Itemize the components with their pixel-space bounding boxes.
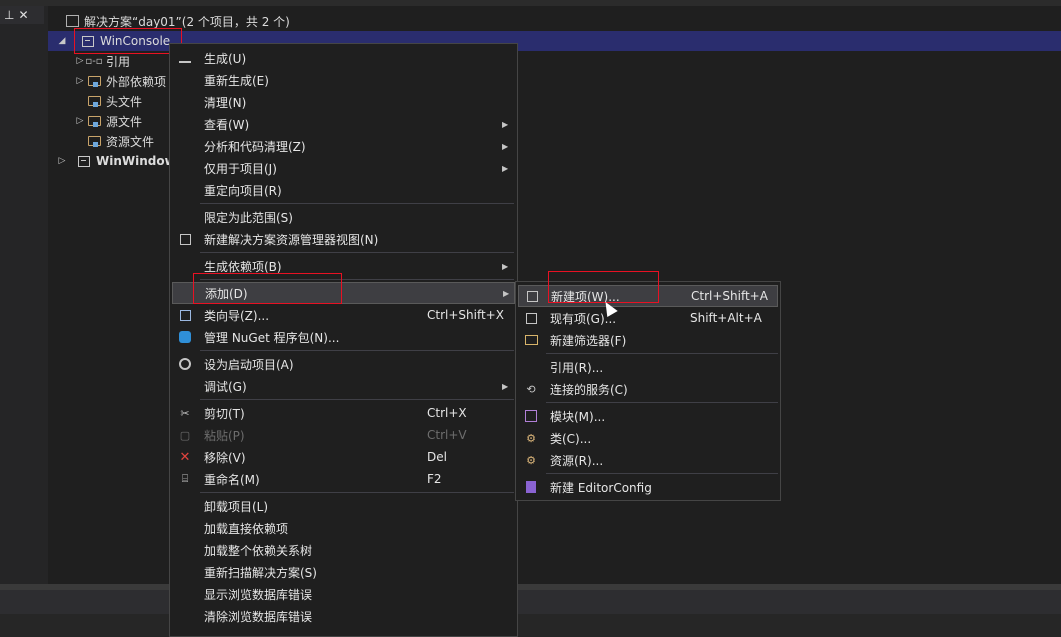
class-wizard-icon	[177, 307, 193, 323]
menu-item-show-db-errors[interactable]: 显示浏览数据库错误	[172, 583, 515, 605]
resource-icon: ⚙	[526, 453, 536, 467]
menu-item-clear-db-errors[interactable]: 清除浏览数据库错误	[172, 605, 515, 627]
menu-item-project-only[interactable]: 仅用于项目(J) ▶	[172, 157, 515, 179]
submenu-arrow-icon: ▶	[502, 261, 509, 271]
menu-separator	[200, 492, 514, 493]
nuget-icon	[177, 329, 193, 345]
folder-icon	[86, 74, 102, 88]
menu-item-rescan[interactable]: 重新扫描解决方案(S)	[172, 561, 515, 583]
remove-x-icon: ✕	[179, 449, 191, 465]
menu-item-retarget[interactable]: 重定向项目(R)	[172, 179, 515, 201]
menu-item-manage-nuget[interactable]: 管理 NuGet 程序包(N)...	[172, 326, 515, 348]
tree-label: 头文件	[106, 94, 143, 109]
menu-item-rename[interactable]: ⌸ 重命名(M) F2	[172, 468, 515, 490]
expand-arrow-icon[interactable]: ▷	[56, 156, 68, 166]
menu-item-analyze[interactable]: 分析和代码清理(Z) ▶	[172, 135, 515, 157]
menu-separator	[200, 350, 514, 351]
menu-item-view[interactable]: 查看(W) ▶	[172, 113, 515, 135]
context-menu: 生成(U) 重新生成(E) 清理(N) 查看(W) ▶ 分析和代码清理(Z) ▶…	[169, 43, 518, 637]
menu-separator	[200, 399, 514, 400]
existing-item-icon	[523, 310, 539, 326]
menu-item-clean[interactable]: 清理(N)	[172, 91, 515, 113]
submenu-item-existing-item[interactable]: 现有项(G)... Shift+Alt+A	[518, 307, 778, 329]
new-filter-icon	[523, 332, 539, 348]
tree-label: 源文件	[106, 114, 143, 129]
submenu-item-reference[interactable]: 引用(R)...	[518, 356, 778, 378]
gear-icon	[177, 356, 193, 372]
close-icon[interactable]: ✕	[18, 7, 28, 23]
module-icon	[523, 408, 539, 424]
pin-icon[interactable]: ⊥	[4, 7, 14, 23]
submenu-arrow-icon: ▶	[503, 288, 510, 298]
bottom-strip	[0, 584, 1061, 637]
menu-item-class-wizard[interactable]: 类向导(Z)... Ctrl+Shift+X	[172, 304, 515, 326]
menu-separator	[546, 402, 778, 403]
filter-folder-icon	[86, 94, 102, 108]
submenu-item-connected-services[interactable]: ⟲ 连接的服务(C)	[518, 378, 778, 400]
menu-item-remove[interactable]: ✕ 移除(V) Del	[172, 446, 515, 468]
filter-folder-icon	[86, 114, 102, 128]
menu-item-set-startup[interactable]: 设为启动项目(A)	[172, 353, 515, 375]
submenu-item-class[interactable]: ⚙ 类(C)...	[518, 427, 778, 449]
new-item-icon	[524, 288, 540, 304]
menu-item-load-dep-tree[interactable]: 加载整个依赖关系树	[172, 539, 515, 561]
submenu-item-resource[interactable]: ⚙ 资源(R)...	[518, 449, 778, 471]
tree-item-references[interactable]: ▷ ▫-▫ 引用	[74, 51, 130, 71]
submenu-arrow-icon: ▶	[502, 381, 509, 391]
add-submenu: 新建项(W)... Ctrl+Shift+A 现有项(G)... Shift+A…	[515, 281, 781, 501]
solution-icon	[64, 14, 80, 28]
left-rail	[0, 6, 48, 590]
tree-item-resource-files[interactable]: 资源文件	[74, 131, 154, 151]
solution-label: 解决方案“day01”(2 个项目，共 2 个)	[84, 14, 290, 29]
menu-item-scope-to-this[interactable]: 限定为此范围(S)	[172, 206, 515, 228]
expand-arrow-icon[interactable]: ▷	[74, 116, 86, 126]
menu-separator	[546, 353, 778, 354]
project-icon	[76, 154, 92, 168]
menu-item-debug[interactable]: 调试(G) ▶	[172, 375, 515, 397]
rename-icon: ⌸	[181, 472, 189, 485]
menu-item-paste[interactable]: ▢ 粘贴(P) Ctrl+V	[172, 424, 515, 446]
menu-separator	[546, 473, 778, 474]
highlight-box-add	[193, 273, 342, 304]
tree-item-winwindow[interactable]: ▷ WinWindow	[56, 151, 176, 171]
submenu-item-new-editorconfig[interactable]: 新建 EditorConfig	[518, 476, 778, 498]
references-icon: ▫-▫	[85, 55, 103, 67]
menu-item-build[interactable]: 生成(U)	[172, 47, 515, 69]
submenu-arrow-icon: ▶	[502, 163, 509, 173]
menu-item-unload[interactable]: 卸载项目(L)	[172, 495, 515, 517]
expand-arrow-icon[interactable]: ▷	[74, 76, 86, 86]
editorconfig-icon	[523, 479, 539, 495]
build-icon	[177, 50, 193, 66]
tree-label: 资源文件	[106, 134, 155, 149]
menu-item-cut[interactable]: ✂ 剪切(T) Ctrl+X	[172, 402, 515, 424]
tree-label: 外部依赖项	[106, 74, 167, 89]
tree-label: 引用	[106, 54, 131, 69]
tree-item-source-files[interactable]: ▷ 源文件	[74, 111, 142, 131]
new-view-icon	[177, 231, 193, 247]
expand-arrow-icon[interactable]: ▷	[74, 56, 86, 66]
filter-folder-icon	[86, 134, 102, 148]
class-icon: ⚙	[526, 431, 536, 445]
menu-separator	[200, 203, 514, 204]
tree-item-external-deps[interactable]: ▷ 外部依赖项	[74, 71, 166, 91]
submenu-arrow-icon: ▶	[502, 119, 509, 129]
highlight-box-project	[74, 28, 182, 54]
tree-item-header-files[interactable]: 头文件	[74, 91, 142, 111]
menu-item-rebuild[interactable]: 重新生成(E)	[172, 69, 515, 91]
submenu-item-module[interactable]: 模块(M)...	[518, 405, 778, 427]
scissors-icon: ✂	[180, 406, 190, 420]
panel-header-controls: ⊥ ✕	[0, 6, 44, 24]
highlight-box-new-item	[548, 271, 659, 303]
menu-item-load-direct-deps[interactable]: 加载直接依赖项	[172, 517, 515, 539]
submenu-item-new-filter[interactable]: 新建筛选器(F)	[518, 329, 778, 351]
submenu-arrow-icon: ▶	[502, 141, 509, 151]
menu-separator	[200, 252, 514, 253]
connected-services-icon: ⟲	[526, 382, 536, 396]
collapse-arrow-icon[interactable]: ◢	[56, 36, 68, 46]
clipboard-icon: ▢	[179, 428, 191, 442]
menu-item-new-view[interactable]: 新建解决方案资源管理器视图(N)	[172, 228, 515, 250]
tree-label: WinWindow	[96, 154, 176, 168]
